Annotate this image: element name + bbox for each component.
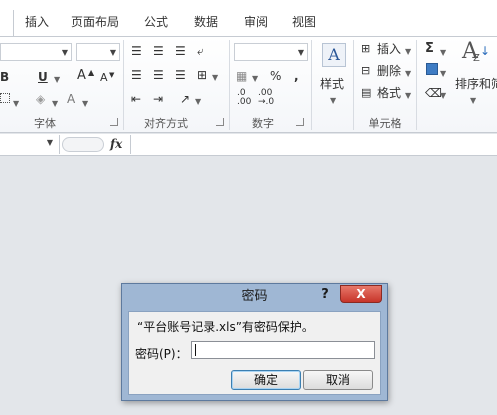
align-middle-icon[interactable]: ☰: [153, 43, 164, 59]
file-tab-edge[interactable]: [0, 10, 14, 37]
font-color-button[interactable]: A: [67, 91, 75, 107]
password-input[interactable]: [191, 341, 375, 359]
underline-button[interactable]: U: [38, 69, 48, 85]
delete-cells-button[interactable]: 删除: [377, 63, 401, 79]
font-size-combo[interactable]: ▼: [76, 43, 120, 61]
accounting-format-icon[interactable]: ▦: [236, 68, 247, 84]
increase-decimal-button[interactable]: .0.00: [237, 89, 251, 107]
tab-view[interactable]: 视图: [284, 10, 324, 37]
chevron-down-icon[interactable]: ▼: [54, 72, 60, 88]
chevron-down-icon[interactable]: ▼: [440, 45, 446, 61]
chevron-down-icon[interactable]: ▼: [252, 71, 258, 87]
align-top-icon[interactable]: ☰: [131, 43, 142, 59]
group-separator: [229, 40, 230, 130]
autosum-button[interactable]: Σ: [425, 41, 434, 57]
fill-icon[interactable]: [426, 63, 438, 75]
formula-bar-splitter[interactable]: [62, 137, 104, 152]
number-dialog-launcher-icon[interactable]: [296, 118, 304, 126]
chevron-down-icon[interactable]: ▼: [405, 88, 411, 104]
name-box[interactable]: ▼: [0, 135, 60, 154]
dialog-body: “平台账号记录.xls”有密码保护。 密码(P)： 确定 取消: [128, 311, 381, 395]
text-caret: [195, 344, 196, 356]
styles-button-label[interactable]: 样式: [320, 75, 344, 92]
formula-bar: ▼: [0, 134, 497, 156]
chevron-down-icon[interactable]: ▼: [440, 66, 446, 82]
decrease-decimal-button[interactable]: .00 →.0: [258, 89, 274, 107]
bold-button[interactable]: B: [0, 69, 9, 85]
grow-font-button[interactable]: A: [77, 68, 86, 84]
group-label-cells: 单元格: [368, 117, 402, 130]
group-separator: [353, 40, 354, 130]
align-bottom-icon[interactable]: ☰: [175, 43, 186, 59]
wrap-text-icon[interactable]: ⤶: [197, 43, 204, 59]
tab-formulas[interactable]: 公式: [136, 10, 176, 37]
increase-indent-icon[interactable]: ⇥: [153, 91, 163, 107]
group-separator: [123, 40, 124, 130]
shrink-font-button[interactable]: A: [100, 70, 108, 86]
number-format-combo[interactable]: ▼: [234, 43, 308, 61]
group-separator: [311, 40, 312, 130]
merge-cells-icon[interactable]: ⊞: [197, 67, 207, 83]
insert-cells-icon[interactable]: ⊞: [361, 41, 370, 57]
group-label-number: 数字: [252, 117, 274, 130]
grow-arrow-icon: ▲: [88, 68, 95, 77]
close-button[interactable]: X: [340, 285, 382, 303]
sort-z-glyph-icon: Z: [473, 53, 480, 64]
format-cells-button[interactable]: 格式: [377, 85, 401, 101]
help-button[interactable]: ?: [316, 287, 334, 305]
chevron-down-icon[interactable]: ▼: [195, 94, 201, 110]
ribbon-tab-bar: 插入 页面布局 公式 数据 审阅 视图: [0, 0, 497, 37]
group-label-alignment: 对齐方式: [144, 117, 188, 130]
ok-button[interactable]: 确定: [231, 370, 301, 390]
cell-styles-icon[interactable]: A: [322, 43, 346, 67]
percent-button[interactable]: %: [270, 68, 281, 84]
border-icon[interactable]: [0, 93, 10, 103]
tab-insert[interactable]: 插入: [16, 10, 58, 37]
fill-color-icon[interactable]: ◈: [36, 91, 45, 107]
alignment-dialog-launcher-icon[interactable]: [216, 118, 224, 126]
chevron-down-icon[interactable]: ▼: [212, 70, 218, 86]
close-icon: X: [356, 287, 366, 301]
insert-function-icon[interactable]: fx: [110, 137, 122, 151]
chevron-down-icon[interactable]: ▼: [82, 96, 88, 112]
delete-cells-icon[interactable]: ⊟: [361, 63, 370, 79]
font-dialog-launcher-icon[interactable]: [110, 118, 118, 126]
chevron-down-icon[interactable]: ▼: [330, 93, 336, 109]
password-dialog: 密码 ? X “平台账号记录.xls”有密码保护。 密码(P)： 确定 取消: [121, 283, 388, 401]
chevron-down-icon[interactable]: ▼: [470, 93, 476, 109]
formula-input[interactable]: [130, 135, 497, 154]
tab-page-layout[interactable]: 页面布局: [62, 10, 128, 37]
format-cells-icon[interactable]: ▤: [361, 85, 371, 101]
ribbon: ▼ ▼ B U ▼ A ▲ A ▼ ▼ ◈ ▼ A ▼ 字体 ☰ ☰ ☰ ⤶ ☰…: [0, 37, 497, 133]
group-label-font: 字体: [34, 117, 56, 130]
decrease-indent-icon[interactable]: ⇤: [131, 91, 141, 107]
chevron-down-icon[interactable]: ▼: [440, 88, 446, 104]
protection-message: “平台账号记录.xls”有密码保护。: [137, 320, 314, 334]
insert-cells-button[interactable]: 插入: [377, 41, 401, 57]
align-center-icon[interactable]: ☰: [153, 67, 164, 83]
group-separator: [416, 40, 417, 130]
font-name-combo[interactable]: ▼: [0, 43, 72, 61]
sort-filter-button-label[interactable]: 排序和筛: [455, 75, 497, 92]
align-right-icon[interactable]: ☰: [175, 67, 186, 83]
chevron-down-icon[interactable]: ▼: [405, 66, 411, 82]
shrink-arrow-icon: ▼: [109, 71, 115, 79]
align-left-icon[interactable]: ☰: [131, 67, 142, 83]
chevron-down-icon[interactable]: ▼: [13, 96, 19, 112]
tab-review[interactable]: 审阅: [236, 10, 276, 37]
tab-data[interactable]: 数据: [186, 10, 226, 37]
sort-arrow-icon: ↓: [480, 44, 491, 58]
chevron-down-icon[interactable]: ▼: [405, 44, 411, 60]
password-label: 密码(P)：: [135, 347, 188, 361]
cancel-button[interactable]: 取消: [303, 370, 373, 390]
orientation-icon[interactable]: ↗: [180, 91, 190, 107]
chevron-down-icon[interactable]: ▼: [52, 96, 58, 112]
comma-button[interactable]: ,: [294, 68, 299, 84]
